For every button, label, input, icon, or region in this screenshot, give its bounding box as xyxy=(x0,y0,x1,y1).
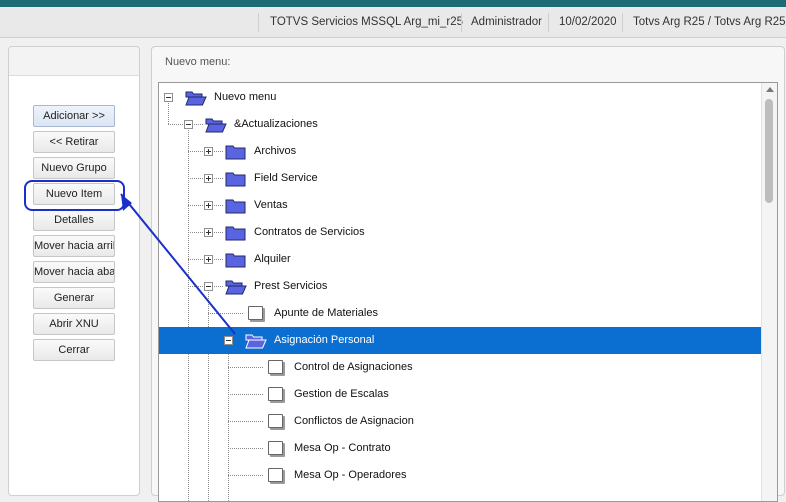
tree-node[interactable]: Conflictos de Asignacion xyxy=(159,408,761,435)
remove-button[interactable]: << Retirar xyxy=(33,131,115,153)
tree-node[interactable]: Asignación Personal xyxy=(159,327,761,354)
status-server: TOTVS Servicios MSSQL Arg_mi_r25 xyxy=(270,16,464,28)
folder-open-icon xyxy=(225,278,247,295)
open-xnu-button[interactable]: Abrir XNU xyxy=(33,313,115,335)
tree-node[interactable]: Contratos de Servicios xyxy=(159,219,761,246)
menu-editor-label: Nuevo menu: xyxy=(165,56,231,68)
tree-node-label: Control de Asignaciones xyxy=(294,361,413,373)
tree-node[interactable]: Gestion de Escalas xyxy=(159,381,761,408)
expand-icon[interactable] xyxy=(204,255,213,264)
tree-node-label: Contratos de Servicios xyxy=(254,226,365,238)
folder-icon xyxy=(225,197,247,214)
tree-node-label: Prest Servicios xyxy=(254,280,328,292)
collapse-icon[interactable] xyxy=(224,336,233,345)
collapse-icon[interactable] xyxy=(184,120,193,129)
tree-node-label: &Actualizaciones xyxy=(234,118,318,130)
status-separator xyxy=(258,13,259,32)
tree-node-label: Asignación Personal xyxy=(274,334,375,346)
menu-tree[interactable]: Nuevo menu &Actualizaciones Archivos Field … xyxy=(158,82,778,502)
status-separator xyxy=(622,13,623,32)
folder-open-icon xyxy=(245,332,267,349)
expand-icon[interactable] xyxy=(204,174,213,183)
menu-item-icon xyxy=(268,387,283,401)
actions-panel-header xyxy=(9,47,139,76)
expand-icon[interactable] xyxy=(204,228,213,237)
status-bar: TOTVS Servicios MSSQL Arg_mi_r25 Adminis… xyxy=(0,7,786,38)
tree-node[interactable]: Ventas xyxy=(159,192,761,219)
tree-node-label: Mesa Op - Operadores xyxy=(294,469,407,481)
tree-node[interactable]: Field Service xyxy=(159,165,761,192)
add-button[interactable]: Adicionar >> xyxy=(33,105,115,127)
folder-icon xyxy=(225,251,247,268)
tree-node-label: Archivos xyxy=(254,145,297,157)
tree-node-label: Gestion de Escalas xyxy=(294,388,389,400)
actions-panel: Adicionar >> << Retirar Nuevo Grupo Nuev… xyxy=(8,46,140,496)
menu-item-icon xyxy=(268,468,283,482)
menu-item-icon xyxy=(248,306,263,320)
tree-scrollbar[interactable] xyxy=(761,83,777,501)
tree-node[interactable]: Apunte de Materiales xyxy=(159,300,761,327)
new-item-highlight-ring xyxy=(24,180,125,211)
move-up-button[interactable]: Mover hacia arriba xyxy=(33,235,115,257)
tree-node[interactable]: &Actualizaciones xyxy=(159,111,761,138)
folder-open-icon xyxy=(185,89,207,106)
tree-node-label: Alquiler xyxy=(254,253,291,265)
tree-node-label: Apunte de Materiales xyxy=(274,307,378,319)
tree-node[interactable]: Nuevo menu xyxy=(159,84,761,111)
menu-editor-panel: Nuevo menu: Nuevo menu &Actualizaciones Ar… xyxy=(151,46,785,502)
tree-node[interactable]: Alquiler xyxy=(159,246,761,273)
tree-node-label: Nuevo menu xyxy=(214,91,277,103)
collapse-icon[interactable] xyxy=(164,93,173,102)
folder-open-icon xyxy=(205,116,227,133)
folder-icon xyxy=(225,224,247,241)
status-user: Administrador xyxy=(471,16,542,28)
tree-node-label: Conflictos de Asignacion xyxy=(294,415,414,427)
expand-icon[interactable] xyxy=(204,147,213,156)
details-button[interactable]: Detalles xyxy=(33,209,115,231)
status-date: 10/02/2020 xyxy=(559,16,617,28)
tree-node[interactable]: Mesa Op - Contrato xyxy=(159,435,761,462)
new-group-button[interactable]: Nuevo Grupo xyxy=(33,157,115,179)
status-separator xyxy=(548,13,549,32)
tree-node-label: Ventas xyxy=(254,199,288,211)
status-environment: Totvs Arg R25 / Totvs Arg R25 xyxy=(633,16,786,28)
scroll-thumb[interactable] xyxy=(765,99,773,203)
menu-item-icon xyxy=(268,441,283,455)
tree-node-label: Field Service xyxy=(254,172,318,184)
tree-node-label: Mesa Op - Contrato xyxy=(294,442,391,454)
collapse-icon[interactable] xyxy=(204,282,213,291)
folder-icon xyxy=(225,170,247,187)
top-accent-bar xyxy=(0,0,786,7)
tree-node[interactable]: Control de Asignaciones xyxy=(159,354,761,381)
tree-node[interactable]: Archivos xyxy=(159,138,761,165)
generate-button[interactable]: Generar xyxy=(33,287,115,309)
status-separator xyxy=(461,13,462,32)
menu-item-icon xyxy=(268,360,283,374)
move-down-button[interactable]: Mover hacia abajo xyxy=(33,261,115,283)
close-button[interactable]: Cerrar xyxy=(33,339,115,361)
expand-icon[interactable] xyxy=(204,201,213,210)
menu-item-icon xyxy=(268,414,283,428)
folder-icon xyxy=(225,143,247,160)
tree-node[interactable]: Mesa Op - Operadores xyxy=(159,462,761,489)
scroll-up-arrow-icon[interactable] xyxy=(766,87,774,92)
tree-node[interactable]: Prest Servicios xyxy=(159,273,761,300)
